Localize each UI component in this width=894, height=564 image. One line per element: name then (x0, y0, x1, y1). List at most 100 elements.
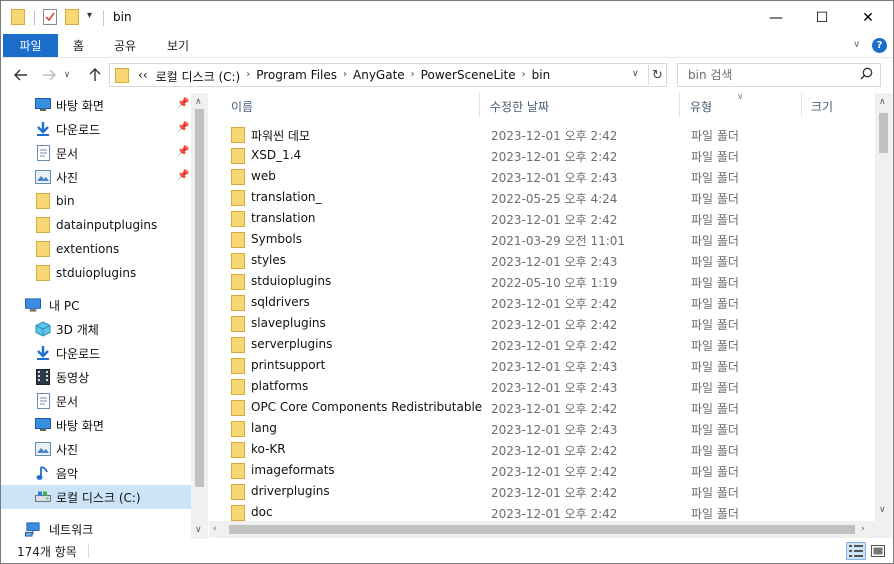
table-row[interactable]: styles 2023-12-01 오후 2:43 파일 폴더 (223, 250, 873, 271)
column-divider[interactable] (801, 93, 802, 117)
customize-toolbar-icon[interactable]: ▾ (87, 10, 92, 21)
column-divider[interactable] (479, 93, 480, 117)
forward-button[interactable] (39, 65, 59, 85)
folder-icon (231, 169, 245, 188)
chevron-right-icon[interactable]: › (520, 69, 528, 86)
address-history-icon[interactable]: ∨ (632, 69, 639, 79)
table-row[interactable]: ko-KR 2023-12-01 오후 2:42 파일 폴더 (223, 439, 873, 460)
scroll-left-icon[interactable]: ‹ (213, 524, 217, 534)
details-view-button[interactable] (846, 542, 866, 560)
large-icons-view-button[interactable] (868, 542, 888, 560)
table-row[interactable]: serverplugins 2023-12-01 오후 2:42 파일 폴더 (223, 334, 873, 355)
refresh-icon[interactable]: ↻ (648, 65, 666, 85)
nav-item-downloads[interactable]: 다운로드 📌 (1, 117, 191, 141)
scroll-down-icon[interactable]: ∨ (879, 505, 886, 515)
nav-item-3d-objects[interactable]: 3D 개체 (1, 317, 191, 341)
maximize-button[interactable]: ☐ (799, 1, 845, 34)
nav-item-videos[interactable]: 동영상 (1, 365, 191, 389)
details-view-icon (849, 545, 863, 557)
computer-icon (25, 297, 41, 313)
search-box[interactable] (677, 63, 881, 87)
navigation-scrollbar[interactable]: ∧ ∨ (191, 93, 208, 541)
breadcrumb-item[interactable]: bin (528, 68, 555, 85)
up-button[interactable] (85, 65, 105, 85)
table-row[interactable]: translation_ 2022-05-25 오후 4:24 파일 폴더 (223, 187, 873, 208)
nav-item-music[interactable]: 음악 (1, 461, 191, 485)
nav-item-extentions[interactable]: extentions (1, 237, 191, 261)
nav-item-documents-pc[interactable]: 문서 (1, 389, 191, 413)
nav-item-this-pc[interactable]: 내 PC (1, 293, 191, 317)
tab-home[interactable]: 홈 (59, 34, 98, 57)
breadcrumb-item[interactable]: PowerSceneLite (417, 68, 520, 85)
breadcrumb-overflow[interactable]: ‹‹ (134, 68, 152, 85)
search-icon[interactable] (860, 67, 873, 84)
table-row[interactable]: slaveplugins 2023-12-01 오후 2:42 파일 폴더 (223, 313, 873, 334)
table-row[interactable]: driverplugins 2023-12-01 오후 2:42 파일 폴더 (223, 481, 873, 502)
help-icon[interactable]: ? (872, 38, 887, 53)
file-name: imageformats (251, 463, 335, 477)
table-row[interactable]: translation 2023-12-01 오후 2:42 파일 폴더 (223, 208, 873, 229)
table-row[interactable]: doc 2023-12-01 오후 2:42 파일 폴더 (223, 502, 873, 521)
ribbon-tabs: 파일 홈 공유 보기 ∨ ? (1, 34, 893, 58)
nav-item-pictures-pc[interactable]: 사진 (1, 437, 191, 461)
back-button[interactable] (11, 65, 31, 85)
horizontal-scrollbar[interactable]: ‹ › (209, 521, 875, 538)
scroll-up-icon[interactable]: ∧ (195, 97, 202, 107)
nav-item-documents[interactable]: 문서 📌 (1, 141, 191, 165)
chevron-right-icon[interactable]: › (244, 69, 252, 86)
scroll-right-icon[interactable]: › (861, 524, 865, 534)
table-row[interactable]: imageformats 2023-12-01 오후 2:42 파일 폴더 (223, 460, 873, 481)
column-header-date[interactable]: 수정한 날짜 (490, 98, 549, 115)
breadcrumb-item[interactable]: Program Files (252, 68, 341, 85)
nav-item-desktop-pc[interactable]: 바탕 화면 (1, 413, 191, 437)
expand-ribbon-icon[interactable]: ∨ (853, 39, 860, 50)
nav-item-stduioplugins[interactable]: stduioplugins (1, 261, 191, 285)
chevron-right-icon[interactable]: › (341, 69, 349, 86)
table-row[interactable]: Symbols 2021-03-29 오전 11:01 파일 폴더 (223, 229, 873, 250)
nav-item-bin[interactable]: bin (1, 189, 191, 213)
minimize-button[interactable]: — (753, 1, 799, 34)
properties-icon[interactable] (43, 9, 57, 27)
new-folder-icon[interactable] (65, 9, 79, 27)
table-row[interactable]: stduioplugins 2022-05-10 오후 1:19 파일 폴더 (223, 271, 873, 292)
scrollbar-thumb[interactable] (879, 113, 888, 153)
nav-item-desktop[interactable]: 바탕 화면 📌 (1, 93, 191, 117)
folder-icon (35, 265, 51, 281)
table-row[interactable]: OPC Core Components Redistributable (… 20… (223, 397, 873, 418)
file-type: 파일 폴더 (691, 171, 739, 185)
column-header-type[interactable]: 유형 (690, 98, 712, 115)
vertical-scrollbar[interactable]: ∧ ∨ (875, 93, 892, 521)
scrollbar-thumb[interactable] (195, 109, 204, 487)
nav-item-datainputplugins[interactable]: datainputplugins (1, 213, 191, 237)
nav-item-network[interactable]: 네트워크 (1, 517, 191, 541)
column-divider[interactable] (679, 93, 680, 117)
address-bar[interactable]: ‹‹ 로컬 디스크 (C:) › Program Files › AnyGate… (109, 63, 667, 87)
search-input[interactable] (678, 64, 856, 86)
nav-item-local-disk[interactable]: 로컬 디스크 (C:) (1, 485, 191, 509)
table-row[interactable]: sqldrivers 2023-12-01 오후 2:42 파일 폴더 (223, 292, 873, 313)
column-header-size[interactable]: 크기 (811, 98, 833, 115)
pin-icon: 📌 (177, 122, 190, 133)
table-row[interactable]: 파워씬 데모 2023-12-01 오후 2:42 파일 폴더 (223, 124, 873, 145)
recent-locations-button[interactable]: ∨ (61, 65, 73, 85)
breadcrumb-item[interactable]: AnyGate (349, 68, 409, 85)
file-type: 파일 폴더 (691, 150, 739, 164)
table-row[interactable]: platforms 2023-12-01 오후 2:43 파일 폴더 (223, 376, 873, 397)
table-row[interactable]: XSD_1.4 2023-12-01 오후 2:42 파일 폴더 (223, 145, 873, 166)
table-row[interactable]: lang 2023-12-01 오후 2:43 파일 폴더 (223, 418, 873, 439)
tab-share[interactable]: 공유 (100, 34, 150, 57)
scroll-up-icon[interactable]: ∧ (879, 97, 886, 107)
table-row[interactable]: printsupport 2023-12-01 오후 2:43 파일 폴더 (223, 355, 873, 376)
scroll-down-icon[interactable]: ∨ (195, 525, 202, 535)
tab-file[interactable]: 파일 (3, 34, 58, 57)
nav-item-downloads-pc[interactable]: 다운로드 (1, 341, 191, 365)
file-name: serverplugins (251, 337, 333, 351)
scrollbar-thumb[interactable] (229, 525, 855, 534)
column-header-name[interactable]: 이름 (231, 98, 253, 115)
close-button[interactable]: ✕ (845, 1, 891, 34)
tab-view[interactable]: 보기 (153, 34, 203, 57)
nav-item-pictures[interactable]: 사진 📌 (1, 165, 191, 189)
chevron-right-icon[interactable]: › (409, 69, 417, 86)
table-row[interactable]: web 2023-12-01 오후 2:43 파일 폴더 (223, 166, 873, 187)
breadcrumb-item[interactable]: 로컬 디스크 (C:) (152, 68, 245, 85)
